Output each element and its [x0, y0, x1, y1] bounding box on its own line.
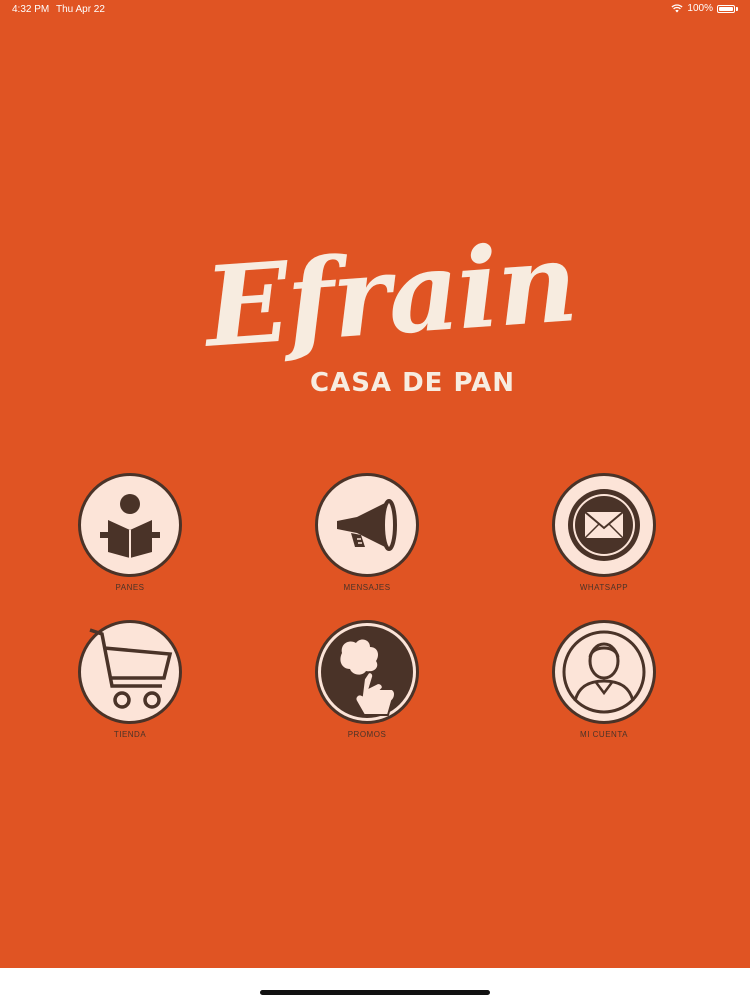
menu-label-tienda: TIENDA	[113, 730, 147, 739]
menu-label-promos: PROMOS	[347, 730, 387, 739]
menu-circle[interactable]	[78, 620, 182, 724]
status-right: 100%	[671, 3, 738, 14]
hand-tap-icon	[321, 626, 413, 718]
menu-item-panes[interactable]: PANES	[70, 473, 190, 592]
envelope-icon	[568, 489, 640, 561]
menu-item-promos[interactable]: PROMOS	[307, 620, 427, 739]
menu-label-panes: PANES	[115, 583, 145, 592]
megaphone-icon	[337, 499, 397, 551]
status-time: 4:32 PM	[12, 4, 50, 15]
menu-label-mensajes: MENSAJES	[343, 583, 391, 592]
battery-nub	[736, 6, 738, 11]
menu-item-mi-cuenta[interactable]: MI CUENTA	[544, 620, 664, 739]
logo-script: Efrain	[200, 217, 580, 372]
menu-circle[interactable]	[552, 473, 656, 577]
reading-person-icon	[100, 494, 160, 558]
shopping-cart-icon	[89, 628, 173, 709]
menu-item-mensajes[interactable]: MENSAJES	[307, 473, 427, 592]
menu-item-tienda[interactable]: TIENDA	[70, 620, 190, 739]
battery-icon	[717, 4, 735, 13]
home-bar	[0, 968, 750, 1000]
home-indicator[interactable]	[260, 990, 490, 995]
wifi-icon	[671, 4, 683, 13]
logo-subtitle: CASA DE PAN	[310, 368, 516, 398]
status-bar: 4:32 PM Thu Apr 22 100%	[0, 0, 750, 20]
menu-item-whatsapp[interactable]: WHATSAPP	[544, 473, 664, 592]
brand-logo: Efrain CASA DE PAN	[195, 217, 579, 410]
menu-circle[interactable]	[552, 620, 656, 724]
menu-circle[interactable]	[78, 473, 182, 577]
user-account-icon	[562, 630, 646, 714]
menu-circle[interactable]	[315, 473, 419, 577]
battery-percent: 100%	[687, 3, 713, 14]
menu-circle[interactable]	[315, 620, 419, 724]
menu-label-whatsapp: WHATSAPP	[579, 583, 629, 592]
menu-label-mi-cuenta: MI CUENTA	[580, 730, 628, 739]
status-date: Thu Apr 22	[56, 4, 105, 15]
